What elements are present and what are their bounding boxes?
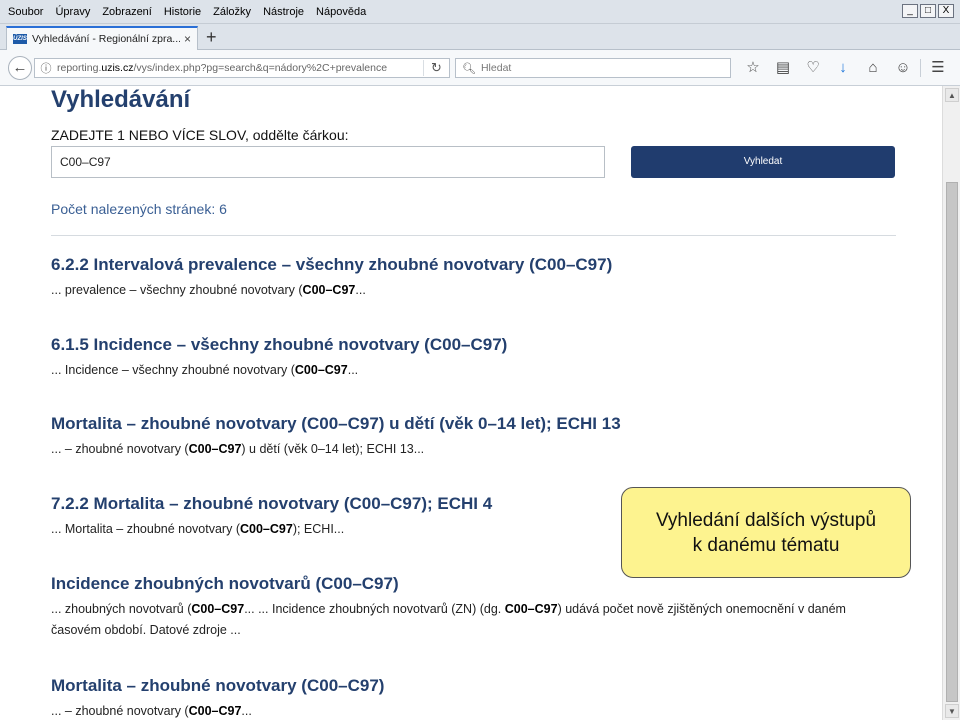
new-tab-button[interactable]: + <box>206 27 217 47</box>
reading-list-icon[interactable]: ▤ <box>768 58 798 78</box>
tab-close-icon[interactable]: × <box>184 32 191 46</box>
result-snippet: ... Mortalita – zhoubné novotvary (C00–C… <box>51 522 345 536</box>
toolbar-separator <box>920 59 921 77</box>
result-snippet: ... Incidence – všechny zhoubné novotvar… <box>51 363 359 377</box>
info-icon[interactable]: ⓘ <box>35 60 57 76</box>
star-icon[interactable]: ☆ <box>738 58 768 78</box>
maximize-button[interactable]: □ <box>920 4 936 18</box>
minimize-button[interactable]: _ <box>902 4 918 18</box>
page-content: Vyhledávání ZADEJTE 1 NEBO VÍCE SLOV, od… <box>0 86 942 720</box>
tab-title: Vyhledávání - Regionální zpra... <box>32 33 180 45</box>
menu-help[interactable]: Nápověda <box>316 6 366 18</box>
divider <box>51 235 896 236</box>
search-input[interactable] <box>51 146 605 178</box>
annotation-callout: Vyhledání dalších výstupů k danému témat… <box>621 487 911 578</box>
menu-file[interactable]: Soubor <box>8 6 43 18</box>
search-prompt-label: ZADEJTE 1 NEBO VÍCE SLOV, oddělte čárkou… <box>51 127 349 143</box>
search-result: Mortalita – zhoubné novotvary (C00–C97) … <box>51 414 911 460</box>
search-result: Mortalita – zhoubné novotvary (C00–C97) … <box>51 676 911 720</box>
result-title-link[interactable]: 6.2.2 Intervalová prevalence – všechny z… <box>51 255 911 275</box>
menu-view[interactable]: Zobrazení <box>102 6 152 18</box>
close-window-button[interactable]: X <box>938 4 954 18</box>
reload-icon[interactable]: ↻ <box>423 60 449 76</box>
menu-bookmarks[interactable]: Záložky <box>213 6 251 18</box>
pocket-icon[interactable]: ♡ <box>798 58 828 78</box>
home-icon[interactable]: ⌂ <box>858 58 888 78</box>
scrollbar-thumb[interactable] <box>946 182 958 702</box>
result-title-link[interactable]: 7.2.2 Mortalita – zhoubné novotvary (C00… <box>51 494 611 514</box>
menu-bar: Soubor Úpravy Zobrazení Historie Záložky… <box>0 0 960 24</box>
hamburger-menu-icon[interactable]: ☰ <box>923 58 953 78</box>
search-result: 7.2.2 Mortalita – zhoubné novotvary (C00… <box>51 494 611 540</box>
search-button[interactable]: Vyhledat <box>631 146 895 178</box>
download-icon[interactable]: ↓ <box>828 58 858 78</box>
results-count: Počet nalezených stránek: 6 <box>51 201 227 217</box>
window-controls: _ □ X <box>902 4 954 18</box>
callout-line-1: Vyhledání dalších výstupů <box>655 509 877 531</box>
emoji-icon[interactable]: ☺ <box>888 58 918 78</box>
scroll-down-icon[interactable]: ▼ <box>945 704 959 718</box>
menu-history[interactable]: Historie <box>164 6 201 18</box>
result-snippet: ... – zhoubné novotvary (C00–C97) u dětí… <box>51 442 425 456</box>
menu-edit[interactable]: Úpravy <box>55 6 90 18</box>
result-snippet: ... zhoubných novotvarů (C00–C97... ... … <box>51 602 846 637</box>
navigation-bar: ← ⓘ reporting.uzis.cz/vys/index.php?pg=s… <box>0 50 960 86</box>
tab-strip: ÚZIS Vyhledávání - Regionální zpra... × … <box>0 24 960 50</box>
tab-active[interactable]: ÚZIS Vyhledávání - Regionální zpra... × <box>6 26 198 50</box>
menu-tools[interactable]: Nástroje <box>263 6 304 18</box>
search-placeholder: Hledat <box>480 62 512 74</box>
result-snippet: ... prevalence – všechny zhoubné novotva… <box>51 283 366 297</box>
scroll-up-icon[interactable]: ▲ <box>945 88 959 102</box>
page-title: Vyhledávání <box>51 86 191 113</box>
result-title-link[interactable]: 6.1.5 Incidence – všechny zhoubné novotv… <box>51 335 911 355</box>
search-icon: 🔍︎ <box>462 62 476 75</box>
toolbar-icons: ☆ ▤ ♡ ↓ ⌂ ☺ ☰ <box>738 58 953 78</box>
result-title-link[interactable]: Mortalita – zhoubné novotvary (C00–C97) <box>51 676 911 696</box>
url-bar[interactable]: ⓘ reporting.uzis.cz/vys/index.php?pg=sea… <box>34 58 450 78</box>
vertical-scrollbar[interactable]: ▲ ▼ <box>942 86 960 720</box>
back-icon[interactable]: ← <box>8 56 32 80</box>
callout-line-2: k danému tématu <box>692 534 840 556</box>
result-snippet: ... – zhoubné novotvary (C00–C97... <box>51 704 252 718</box>
url-text[interactable]: reporting.uzis.cz/vys/index.php?pg=searc… <box>57 62 423 74</box>
search-result: Incidence zhoubných novotvarů (C00–C97) … <box>51 574 891 641</box>
site-favicon: ÚZIS <box>13 34 27 44</box>
browser-search-input[interactable]: 🔍︎ Hledat <box>455 58 731 78</box>
result-title-link[interactable]: Mortalita – zhoubné novotvary (C00–C97) … <box>51 414 911 434</box>
search-result: 6.1.5 Incidence – všechny zhoubné novotv… <box>51 335 911 381</box>
search-result: 6.2.2 Intervalová prevalence – všechny z… <box>51 255 911 301</box>
